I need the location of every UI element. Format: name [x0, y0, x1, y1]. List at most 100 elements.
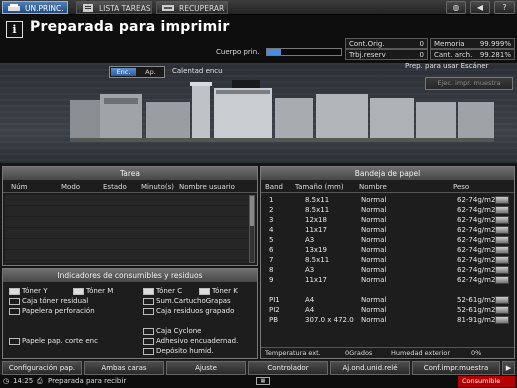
tray-level-indicator: [495, 316, 509, 324]
tray-band: 3: [269, 216, 274, 224]
tarea-panel-title: Tarea: [3, 167, 257, 180]
bandeja-col-band: Band: [265, 183, 283, 191]
tab-ambas-caras[interactable]: Ambas caras: [84, 361, 164, 375]
cant-arch-value: 99.281%: [479, 51, 511, 59]
toner-c-icon: [143, 287, 154, 295]
globe-icon: ◍: [452, 3, 460, 12]
bandeja-col-size: Tamaño (mm): [295, 183, 344, 191]
deposito-humid-label: Depósito humid.: [156, 347, 214, 355]
tarea-scroll-thumb[interactable]: [250, 196, 254, 226]
footer-bar: ◷ 14:25 ⎙ Preparada para recibir ▦ Consu…: [0, 375, 517, 388]
tab-aj-ond-unid-rele[interactable]: Aj.ond.unid.relé: [330, 361, 410, 375]
hum-label: Humedad exterior: [391, 349, 451, 357]
tarea-col-minutos: Minuto(s): [141, 183, 174, 191]
hum-value: 0%: [471, 349, 482, 357]
tarea-scrollbar[interactable]: [249, 195, 255, 263]
caja-residuos-grapado-label: Caja residuos grapado: [156, 307, 235, 315]
tray-row[interactable]: 7 8.5x11 Normal 62-74g/m2: [263, 255, 513, 265]
volume-button[interactable]: ◀: [470, 1, 490, 14]
tray-level-indicator: [495, 306, 509, 314]
tray-weight: 62-74g/m2: [457, 206, 496, 214]
papelera-perforacion-label: Papelera perforación: [22, 307, 95, 315]
consumibles-title: Indicadores de consumibles y residuos: [3, 269, 257, 282]
tab-recuperar[interactable]: RECUPERAR: [156, 1, 228, 14]
tab-ajuste[interactable]: Ajuste: [166, 361, 246, 375]
tray-band: 7: [269, 256, 274, 264]
tray-level-indicator: [495, 266, 509, 274]
globe-button[interactable]: ◍: [446, 1, 466, 14]
tray-weight: 62-74g/m2: [457, 226, 496, 234]
clock-icon: ◷: [3, 377, 10, 385]
memoria-label: Memoria: [434, 40, 465, 48]
env-row: Temperatura ext. 0Grados Humedad exterio…: [261, 347, 514, 359]
tab-controlador[interactable]: Controlador: [248, 361, 328, 375]
bandeja-col-weight: Peso: [453, 183, 470, 191]
tray-name: Normal: [361, 276, 387, 284]
tray-row[interactable]: 8 A3 Normal 62-74g/m2: [263, 265, 513, 275]
scanner-status: Prep. para usar Escáner: [405, 62, 489, 70]
papele-pap-label: Papele pap. corte enc: [22, 337, 98, 345]
tarea-col-num: Núm: [11, 183, 28, 191]
tab-configuracion-pap[interactable]: Configuración pap.: [2, 361, 82, 375]
trbj-reserv-counter: Trbj.reserv 0: [345, 49, 428, 60]
calentad-label: Calentad encu: [172, 67, 223, 75]
tray-band: 8: [269, 266, 274, 274]
tray-size: A3: [305, 266, 315, 274]
tray-row[interactable]: PI1 A4 Normal 52-61g/m2: [263, 295, 513, 305]
tray-weight: 62-74g/m2: [457, 216, 496, 224]
staple-waste-icon: [143, 307, 154, 315]
tray-row[interactable]: 1 8.5x11 Normal 62-74g/m2: [263, 195, 513, 205]
tray-weight: 62-74g/m2: [457, 196, 496, 204]
toner-k-icon: [199, 287, 210, 295]
tray-band: PI1: [269, 296, 280, 304]
tray-row[interactable]: 9 11x17 Normal 62-74g/m2: [263, 275, 513, 285]
tray-row[interactable]: 6 13x19 Normal 62-74g/m2: [263, 245, 513, 255]
tab-conf-impr-muestra[interactable]: Conf.impr.muestra: [412, 361, 500, 375]
tray-band: 4: [269, 226, 274, 234]
tab-un-princ[interactable]: UN.PRINC.: [2, 1, 68, 14]
sum-cartucho-grapas: Sum.CartuchoGrapas: [143, 297, 231, 305]
cuerpo-label: Cuerpo prin.: [216, 48, 260, 56]
power-toggle[interactable]: Enc. Ap.: [109, 66, 165, 78]
tray-row[interactable]: PI2 A4 Normal 52-61g/m2: [263, 305, 513, 315]
tray-row[interactable]: PB 307.0 x 472.0 Normal 81-91g/m2: [263, 315, 513, 325]
tray-level-indicator: [495, 196, 509, 204]
cont-orig-value: 0: [419, 40, 424, 48]
bandeja-title: Bandeja de papel: [261, 167, 514, 180]
consumible-alert[interactable]: Consumible: [458, 376, 515, 387]
keyboard-icon[interactable]: ▦: [256, 377, 270, 385]
ap-option[interactable]: Ap.: [138, 68, 163, 76]
tray-row[interactable]: 2 8.5x11 Normal 62-74g/m2: [263, 205, 513, 215]
help-button[interactable]: ?: [494, 1, 515, 14]
tab-lista-tareas[interactable]: LISTA TAREAS: [76, 1, 152, 14]
tray-level-indicator: [495, 216, 509, 224]
bottom-tabs-next-button[interactable]: ▶: [502, 361, 515, 375]
tab-un-princ-label: UN.PRINC.: [25, 4, 64, 13]
tray-row[interactable]: 5 A3 Normal 62-74g/m2: [263, 235, 513, 245]
toner-m: Tóner M: [73, 287, 113, 295]
tray-band: 6: [269, 246, 274, 254]
staple-icon: [143, 297, 154, 305]
speaker-icon: ◀: [476, 3, 484, 12]
footer-time: 14:25: [13, 377, 34, 385]
waste-toner-icon: [9, 297, 20, 305]
tray-weight: 52-61g/m2: [457, 296, 496, 304]
tray-row[interactable]: 3 12x18 Normal 62-74g/m2: [263, 215, 513, 225]
retrieve-icon: [162, 5, 174, 11]
tray-size: 8.5x11: [305, 206, 330, 214]
tarea-col-estado: Estado: [103, 183, 127, 191]
tray-name: Normal: [361, 296, 387, 304]
tray-weight: 62-74g/m2: [457, 246, 496, 254]
arrow-right-icon: ▶: [505, 364, 512, 372]
tab-recuperar-label: RECUPERAR: [179, 4, 225, 13]
tray-band: 1: [269, 196, 274, 204]
toner-m-icon: [73, 287, 84, 295]
tray-row[interactable]: 4 11x17 Normal 62-74g/m2: [263, 225, 513, 235]
enc-option[interactable]: Enc.: [111, 68, 136, 76]
temp-label: Temperatura ext.: [265, 349, 321, 357]
temp-value: 0Grados: [345, 349, 373, 357]
top-tab-bar: UN.PRINC. LISTA TAREAS RECUPERAR ◍ ◀ ?: [0, 0, 517, 15]
tray-weight: 62-74g/m2: [457, 236, 496, 244]
tarea-list[interactable]: [5, 195, 249, 263]
trbj-reserv-label: Trbj.reserv: [349, 51, 386, 59]
